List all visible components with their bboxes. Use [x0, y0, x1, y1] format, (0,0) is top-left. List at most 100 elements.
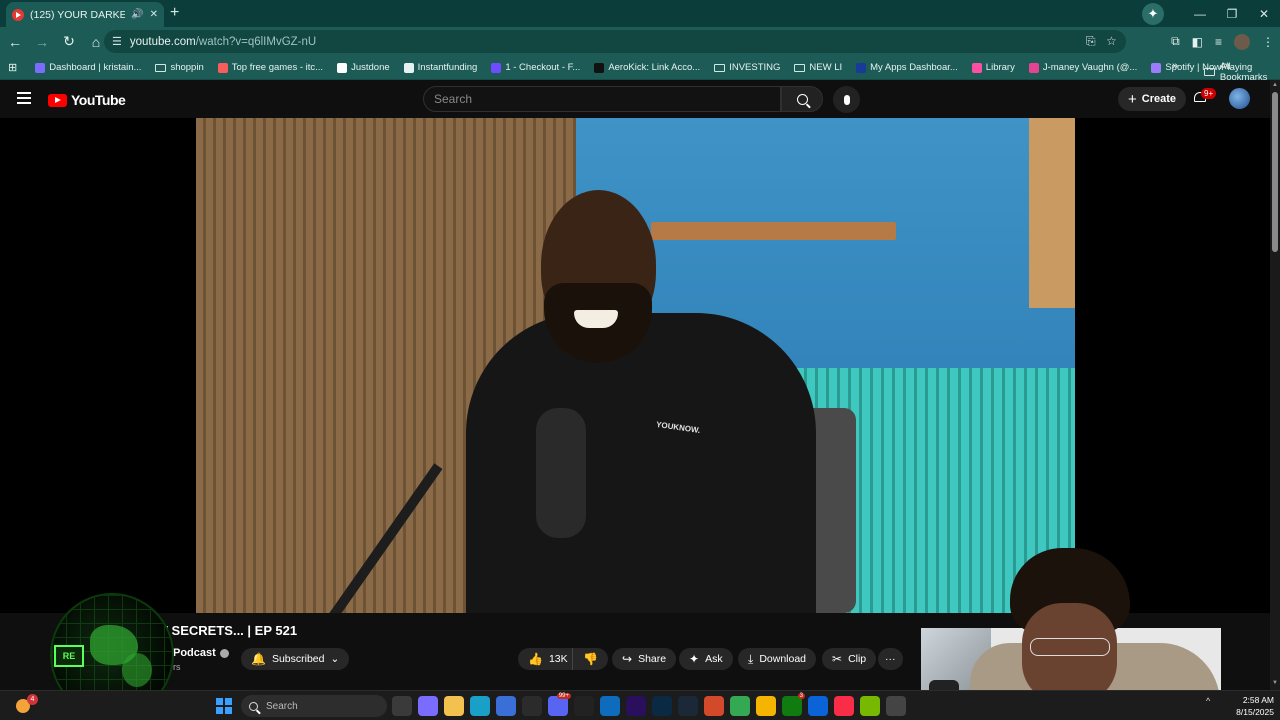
restore-button[interactable]: ❐	[1216, 7, 1248, 21]
ask-button[interactable]: ✦ Ask	[679, 648, 733, 670]
channel-name-text: Podcast	[173, 647, 216, 659]
bookmarks-overflow-button[interactable]: »	[1172, 60, 1178, 72]
host-shirt: YOUKNOW.	[466, 313, 816, 613]
bookmark-item[interactable]: My Apps Dashboar...	[856, 62, 958, 73]
bookmark-item[interactable]: Dashboard | kristain...	[35, 62, 141, 73]
lightroom-icon[interactable]	[652, 696, 672, 716]
bookmark-label: Instantfunding	[417, 62, 478, 73]
menu-icon[interactable]	[17, 92, 31, 104]
bookmark-label: 1 - Checkout - F...	[505, 62, 581, 73]
side-panel-icon[interactable]: ◧	[1192, 35, 1203, 49]
youtube-wordmark: YouTube	[71, 92, 126, 108]
chrome-menu-icon[interactable]: ⋮	[1262, 35, 1274, 49]
outlook-icon[interactable]	[600, 696, 620, 716]
bookmark-item[interactable]: Instantfunding	[403, 62, 478, 73]
minimize-button[interactable]: —	[1184, 7, 1216, 21]
apps-grid-icon[interactable]: ⊞	[8, 61, 17, 74]
bookmark-label: Library	[985, 62, 1015, 73]
more-actions-button[interactable]: ···	[878, 648, 903, 670]
bluetooth-app-icon[interactable]	[808, 696, 828, 716]
back-button[interactable]: ←	[3, 34, 27, 50]
store-icon[interactable]	[496, 696, 516, 716]
record-app-icon[interactable]	[886, 696, 906, 716]
nvidia-icon[interactable]	[860, 696, 880, 716]
gemini-icon[interactable]: ✦	[1142, 2, 1164, 25]
bookmark-item[interactable]: AeroKick: Link Acco...	[594, 62, 700, 73]
copilot-icon[interactable]	[418, 696, 438, 716]
new-tab-button[interactable]: +	[170, 5, 179, 21]
system-clock[interactable]: 2:58 AM 8/15/2025	[1222, 694, 1274, 718]
taskbar-search[interactable]: Search	[241, 695, 387, 717]
arrow-app-icon[interactable]	[574, 696, 594, 716]
youtube-logo[interactable]: YouTube	[48, 92, 126, 108]
bookmark-favicon-icon	[217, 62, 228, 73]
music-icon[interactable]	[834, 696, 854, 716]
bookmark-item[interactable]: Justdone	[337, 62, 390, 73]
profile-avatar[interactable]	[1234, 33, 1250, 50]
bookmark-item[interactable]: NEW LI	[794, 62, 842, 73]
bookmark-item[interactable]: J-maney Vaughn (@...	[1028, 62, 1137, 73]
bookmark-item[interactable]: INVESTING	[714, 62, 780, 73]
start-button[interactable]	[216, 698, 232, 714]
reload-button[interactable]: ↻	[57, 33, 81, 50]
edge-icon[interactable]	[470, 696, 490, 716]
bookmark-item[interactable]: shoppin	[155, 62, 204, 73]
premiere-icon[interactable]	[626, 696, 646, 716]
voice-search-button[interactable]	[833, 86, 860, 113]
clip-button[interactable]: ✂ Clip	[822, 648, 877, 670]
video-player[interactable]: YOUKNOW.	[0, 118, 1270, 613]
search-input[interactable]	[434, 92, 780, 106]
host-smile	[574, 310, 618, 328]
search-button[interactable]	[781, 86, 823, 112]
forward-button[interactable]: →	[30, 34, 54, 50]
weather-badge: 4	[27, 694, 38, 705]
channel-name[interactable]: Podcast	[173, 647, 229, 659]
bookmark-favicon-icon	[403, 62, 414, 73]
clock-time: 2:58 AM	[1242, 695, 1274, 705]
page-scrollbar[interactable]: ▲ ▼	[1270, 80, 1280, 690]
scroll-up-icon[interactable]: ▲	[1272, 82, 1278, 88]
window-close-button[interactable]: ✕	[1248, 7, 1280, 21]
search-box[interactable]	[423, 86, 781, 112]
bookmark-item[interactable]: Library	[971, 62, 1015, 73]
bookmark-favicon-icon	[856, 62, 867, 73]
video-title: T SECRETS... | EP 521	[160, 623, 298, 638]
steam-icon[interactable]	[678, 696, 698, 716]
epic-games-icon[interactable]	[522, 696, 542, 716]
channel-avatar	[929, 680, 959, 690]
weather-widget[interactable]: 4	[14, 694, 38, 716]
create-button[interactable]: + Create	[1118, 87, 1187, 111]
account-avatar[interactable]	[1229, 88, 1250, 109]
bookmark-item[interactable]: 1 - Checkout - F...	[491, 62, 580, 73]
app-badge: 3	[797, 693, 805, 699]
chrome-icon[interactable]	[730, 696, 750, 716]
media-control-icon[interactable]: ≡	[1215, 35, 1222, 49]
bookmark-star-icon[interactable]: ☆	[1106, 34, 1117, 48]
active-tab[interactable]: (125) YOUR DARKEST SECRE 🔊 ✕	[6, 2, 164, 27]
extensions-icon[interactable]: ⧉	[1171, 34, 1180, 49]
install-app-icon[interactable]: ⎘	[1086, 34, 1096, 49]
dislike-button[interactable]: 👎	[572, 648, 608, 670]
site-info-icon[interactable]: ☰	[112, 35, 122, 48]
download-button[interactable]: ⤓ Download	[738, 648, 817, 670]
address-bar[interactable]: ☰ youtube.com/watch?v=q6lIMvGZ-nU ⎘ ☆	[104, 30, 1126, 53]
task-view-icon[interactable]	[392, 696, 412, 716]
tab-close-icon[interactable]: ✕	[150, 9, 158, 20]
speaker-icon[interactable]: 🔊	[131, 9, 143, 20]
rockstar-icon[interactable]	[756, 696, 776, 716]
tray-chevron-icon[interactable]: ^	[1206, 696, 1210, 706]
bell-icon: 🔔	[251, 652, 266, 666]
xbox-icon[interactable]: 3	[782, 693, 805, 716]
thumbs-down-icon: 👎	[583, 652, 598, 666]
url-text[interactable]: youtube.com/watch?v=q6lIMvGZ-nU	[130, 36, 316, 48]
video-frame[interactable]: YOUKNOW.	[196, 118, 1075, 613]
like-button[interactable]: 👍 13K	[518, 648, 578, 670]
bookmark-item[interactable]: Top free games - itc...	[217, 62, 323, 73]
scrollbar-thumb[interactable]	[1272, 92, 1278, 252]
game-icon[interactable]	[704, 696, 724, 716]
file-explorer-icon[interactable]	[444, 696, 464, 716]
scroll-down-icon[interactable]: ▼	[1272, 680, 1278, 686]
discord-icon[interactable]: 99+	[548, 693, 571, 716]
subscribed-button[interactable]: 🔔 Subscribed ⌄	[241, 648, 350, 670]
share-button[interactable]: ↪ Share	[612, 648, 677, 670]
